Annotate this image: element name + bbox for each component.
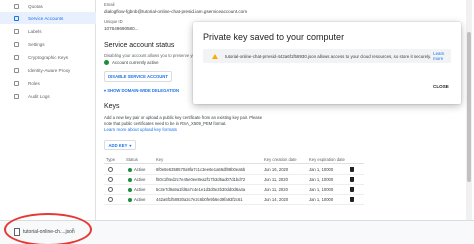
sidebar-item-label: Identity-Aware Proxy <box>28 67 71 73</box>
sidebar-item-audit-logs[interactable]: Audit Logs <box>0 90 96 102</box>
status-text: Active <box>134 187 146 192</box>
sidebar-item-labels[interactable]: Labels <box>0 25 96 37</box>
scrollbar[interactable] <box>466 0 472 220</box>
keys-description-line1: Add a new key pair or upload a public ke… <box>104 115 263 120</box>
email-label: Email <box>104 2 115 7</box>
trash-icon[interactable] <box>350 197 354 202</box>
check-icon <box>128 167 132 172</box>
key-icon <box>14 54 19 60</box>
show-domain-delegation-label: SHOW DOMAIN-WIDE DELEGATION <box>107 88 180 93</box>
sidebar-item-label: Roles <box>28 80 40 86</box>
keys-description-line2: note that public certificates need to be… <box>104 121 227 126</box>
key-id: 442a6f1f58930a3c7e2c6b0fe9b6e39fa93f2c61 <box>156 197 243 202</box>
sidebar-item-label: Quotas <box>28 3 43 9</box>
gear-icon <box>108 177 113 182</box>
unique-id-value: 107649690580... <box>104 26 139 31</box>
check-icon <box>104 60 109 65</box>
table-row: Active 5c3e7d9a9a1fd6a7c4e1e1d3d0e2b30dd… <box>104 185 364 195</box>
sidebar-item-label: Audit Logs <box>28 93 50 99</box>
show-domain-delegation-link[interactable]: ▾ SHOW DOMAIN-WIDE DELEGATION <box>104 88 179 93</box>
account-active-text: Account currently active <box>112 60 159 65</box>
header-key-expiration-date: Key expiration date <box>309 157 345 162</box>
sidebar-item-label: Cryptographic Keys <box>28 54 69 60</box>
table-header: Type Status Key Key creation date Key ex… <box>104 156 364 164</box>
sidebar-item-label: Service Accounts <box>28 15 64 21</box>
header-status: Status <box>126 157 138 162</box>
trash-icon[interactable] <box>350 177 354 182</box>
trash-icon[interactable] <box>350 167 354 172</box>
key-id: f50c1f8ed2c7e45e0ee8ea2f17b3d5ad07d1bd72 <box>156 177 246 182</box>
label-icon <box>14 28 19 34</box>
table-row: Active 6f0e8e6358570a9fa7c1c3ee6e1a66df8… <box>104 165 364 175</box>
keys-title: Keys <box>104 103 120 110</box>
dialog-message-text: tutorial-online-chat-prresid-442a6f1f589… <box>225 53 432 59</box>
key-created: Jun 11, 2020 <box>264 177 288 182</box>
unique-id-label: Unique ID <box>104 19 123 24</box>
key-expires: Jan 1, 10000 <box>309 187 334 192</box>
learn-more-link[interactable]: Learn more <box>433 51 451 61</box>
header-type: Type <box>106 157 116 162</box>
sidebar-item-label: Settings <box>28 41 45 47</box>
key-expires: Jan 1, 10000 <box>309 177 334 182</box>
warning-icon <box>212 53 218 59</box>
sidebar-item-roles[interactable]: Roles <box>0 77 96 89</box>
highlight-circle <box>4 213 92 244</box>
key-id: 5c3e7d9a9a1fd6a7c4e1e1d3d0e2b30dd0d6a4a <box>156 187 246 192</box>
check-icon <box>128 177 132 182</box>
gear-icon <box>108 187 113 192</box>
chevron-down-icon: ▾ <box>129 142 132 148</box>
key-created: Jun 16, 2020 <box>264 167 289 172</box>
header-key: Key <box>156 157 164 162</box>
key-id: 6f0e8e6358570a9fa7c1c3ee6e1a66df88b0ea5b <box>156 167 246 172</box>
check-icon <box>128 197 132 202</box>
trash-icon[interactable] <box>350 187 354 192</box>
scrollbar-thumb[interactable] <box>467 32 471 182</box>
sidebar-item-service-accounts[interactable]: Service Accounts <box>0 12 96 24</box>
sidebar-item-label: Labels <box>28 28 42 34</box>
check-icon <box>128 187 132 192</box>
status-text: Active <box>134 197 146 202</box>
audit-logs-icon <box>14 93 19 99</box>
dialog-message: tutorial-online-chat-prresid-442a6f1f589… <box>203 49 451 63</box>
key-expires: Jan 1, 10000 <box>309 167 334 172</box>
quotas-icon <box>14 3 19 9</box>
gear-icon <box>14 41 19 47</box>
service-account-status-title: Service account status <box>104 42 175 49</box>
table-row: Active f50c1f8ed2c7e45e0ee8ea2f17b3d5ad0… <box>104 175 364 185</box>
header-key-creation-date: Key creation date <box>264 157 297 162</box>
private-key-saved-dialog: Private key saved to your computer tutor… <box>193 22 461 104</box>
proxy-icon <box>14 67 19 73</box>
sidebar-item-cryptographic-keys[interactable]: Cryptographic Keys <box>0 51 96 63</box>
email-value: dialogflow-fgbnb@tutorial-online-chat-pr… <box>104 9 248 14</box>
disable-service-account-button[interactable]: DISABLE SERVICE ACCOUNT <box>104 71 172 82</box>
status-text: Active <box>134 177 146 182</box>
service-accounts-icon <box>14 15 19 21</box>
add-key-label: ADD KEY <box>108 142 128 148</box>
status-description: Disabling your account allows you to pre… <box>104 53 194 58</box>
key-created: Jun 11, 2020 <box>264 187 288 192</box>
dialog-title: Private key saved to your computer <box>203 32 345 42</box>
gear-icon <box>108 167 113 172</box>
close-button[interactable]: CLOSE <box>433 84 449 89</box>
roles-icon <box>14 80 19 86</box>
learn-more-key-formats-link[interactable]: Learn more about upload key formats <box>104 127 177 132</box>
table-row: Active 442a6f1f58930a3c7e2c6b0fe9b6e39fa… <box>104 195 364 205</box>
add-key-button[interactable]: ADD KEY ▾ <box>104 140 136 150</box>
status-text: Active <box>134 167 146 172</box>
sidebar-item-settings[interactable]: Settings <box>0 38 96 50</box>
sidebar-item-quotas[interactable]: Quotas <box>0 0 96 12</box>
sidebar-item-identity-aware-proxy[interactable]: Identity-Aware Proxy <box>0 64 96 76</box>
key-expires: Jan 1, 10000 <box>309 197 334 202</box>
key-created: Jun 14, 2020 <box>264 197 289 202</box>
gear-icon <box>108 197 113 202</box>
sidebar: Quotas Service Accounts Labels Settings … <box>0 0 96 220</box>
